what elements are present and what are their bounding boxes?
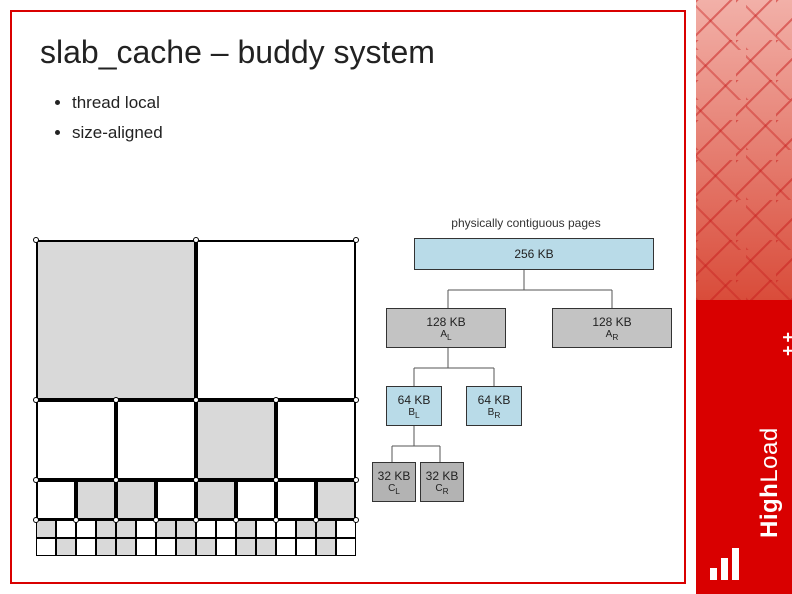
tiny-cell	[36, 538, 56, 556]
node-128kb-right: 128 KB AR	[552, 308, 672, 348]
grid-dot	[353, 517, 359, 523]
grid-dot	[193, 397, 199, 403]
tiny-cell	[156, 520, 176, 538]
tiny-cell	[136, 538, 156, 556]
bullet-item: size-aligned	[72, 123, 684, 143]
tiny-cell	[56, 520, 76, 538]
tiny-cell	[216, 520, 236, 538]
grid-dot	[273, 477, 279, 483]
grid-dot	[353, 477, 359, 483]
tiny-cell	[56, 538, 76, 556]
tiny-cell	[316, 520, 336, 538]
tiny-cell	[276, 520, 296, 538]
tiny-cell	[116, 538, 136, 556]
tiny-cell	[116, 520, 136, 538]
node-sublabel: AL	[387, 329, 505, 342]
buddy-grid-diagram	[36, 240, 356, 556]
grid-dot	[353, 397, 359, 403]
grid-dot	[33, 237, 39, 243]
node-sublabel: CR	[421, 483, 463, 496]
grid-dot	[193, 237, 199, 243]
tiny-cell	[256, 538, 276, 556]
node-label: 64 KB	[387, 393, 441, 407]
grid-dot	[193, 517, 199, 523]
node-64kb-right: 64 KB BR	[466, 386, 522, 426]
node-32kb-left: 32 KB CL	[372, 462, 416, 502]
brand-suffix: ++	[778, 329, 792, 356]
node-sublabel: CL	[373, 483, 415, 496]
node-128kb-left: 128 KB AL	[386, 308, 506, 348]
tiny-cell	[96, 538, 116, 556]
tiny-cell	[236, 538, 256, 556]
tiny-cell	[256, 520, 276, 538]
bullet-list: thread local size-aligned	[12, 71, 684, 143]
tiny-cell	[336, 520, 356, 538]
grid-dot	[313, 517, 319, 523]
grid-dot	[273, 397, 279, 403]
tiny-cell	[76, 520, 96, 538]
grid-dot	[33, 397, 39, 403]
node-sublabel: AR	[553, 329, 671, 342]
tiny-cell	[316, 538, 336, 556]
tiny-cell	[296, 538, 316, 556]
grid-dot	[273, 517, 279, 523]
node-sublabel: BL	[387, 407, 441, 420]
node-label: 128 KB	[387, 315, 505, 329]
node-sublabel: BR	[467, 407, 521, 420]
tiny-cell	[236, 520, 256, 538]
grid-dot	[73, 517, 79, 523]
slide-frame: slab_cache – buddy system thread local s…	[10, 10, 686, 584]
node-256kb: 256 KB	[414, 238, 654, 270]
page-title: slab_cache – buddy system	[12, 12, 684, 71]
sidebar: ++ HighLoad	[696, 0, 792, 594]
tiny-cell	[96, 520, 116, 538]
grid-dot	[33, 477, 39, 483]
brand-bars-icon	[710, 548, 743, 580]
node-label: 64 KB	[467, 393, 521, 407]
grid-dot	[353, 237, 359, 243]
grid-dot	[193, 477, 199, 483]
tree-caption: physically contiguous pages	[396, 216, 656, 230]
grid-dot	[33, 517, 39, 523]
grid-dot	[113, 477, 119, 483]
node-label: 128 KB	[553, 315, 671, 329]
tiny-cell	[276, 538, 296, 556]
brand-text: HighLoad	[756, 427, 784, 538]
tiny-cell	[156, 538, 176, 556]
grid-dot	[233, 517, 239, 523]
node-label: 32 KB	[373, 469, 415, 483]
tiny-cell	[336, 538, 356, 556]
tiny-cell	[216, 538, 236, 556]
buddy-tree-diagram: 256 KB 128 KB AL 128 KB AR 64 KB BL 64 K…	[384, 234, 680, 554]
node-32kb-right: 32 KB CR	[420, 462, 464, 502]
tiny-cell	[176, 538, 196, 556]
tiny-cell	[36, 520, 56, 538]
node-label: 256 KB	[415, 247, 653, 261]
node-64kb-left: 64 KB BL	[386, 386, 442, 426]
grid-dot	[113, 397, 119, 403]
node-label: 32 KB	[421, 469, 463, 483]
bullet-item: thread local	[72, 93, 684, 113]
tiny-cell	[136, 520, 156, 538]
tiny-cell	[296, 520, 316, 538]
tiny-cell	[76, 538, 96, 556]
tiny-cell	[196, 520, 216, 538]
grid-dot	[153, 517, 159, 523]
tiny-cell	[176, 520, 196, 538]
grid-dot	[113, 517, 119, 523]
sidebar-pattern	[696, 0, 792, 300]
brand-logo: ++ HighLoad	[696, 300, 792, 594]
tiny-cell	[196, 538, 216, 556]
